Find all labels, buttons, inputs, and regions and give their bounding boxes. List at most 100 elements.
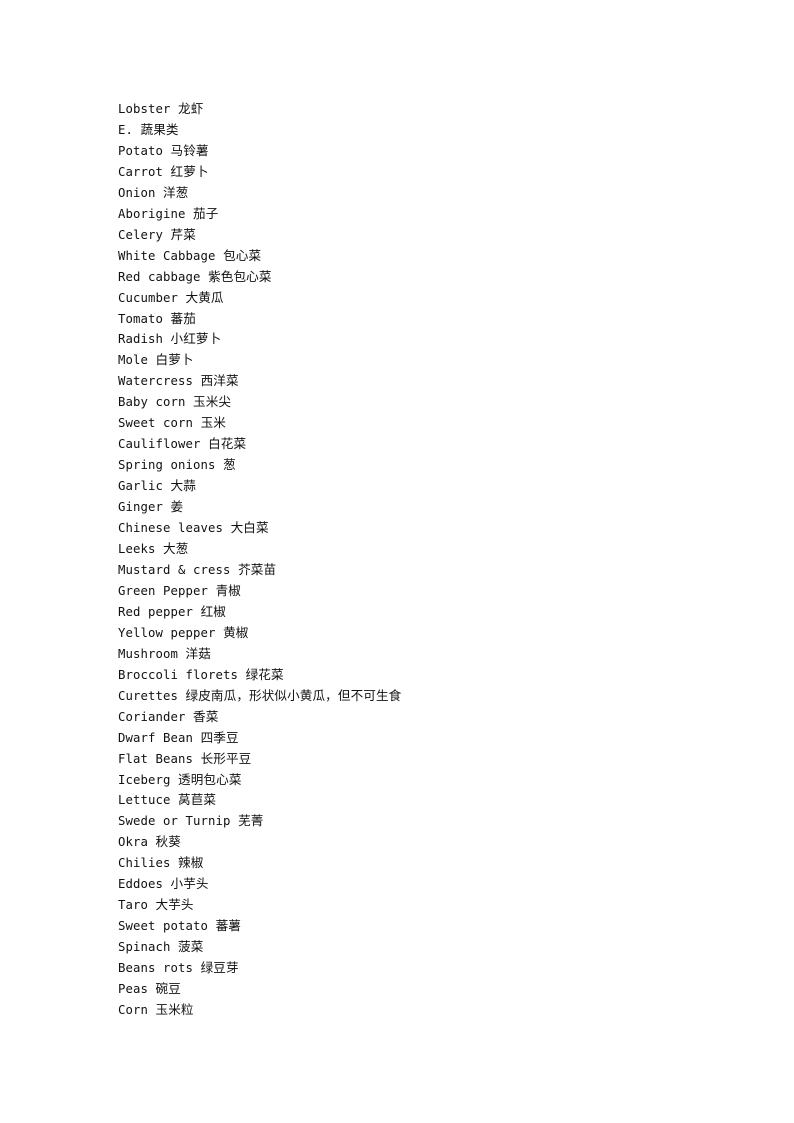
entry-separator <box>178 647 186 661</box>
entry-separator <box>148 1003 156 1017</box>
entry-term: Garlic <box>118 479 164 494</box>
entry-term: Mole <box>118 353 149 368</box>
entry-term: Onion <box>118 185 156 200</box>
entry-gloss: 蕃薯 <box>215 918 241 934</box>
entry-gloss: 茄子 <box>193 205 219 221</box>
entry-gloss: 西洋菜 <box>200 373 239 389</box>
glossary-entry: Tomato 蕃茄 <box>118 309 698 330</box>
entry-term: Potato <box>118 143 164 158</box>
entry-separator <box>148 898 156 912</box>
glossary-entry: Eddoes 小芋头 <box>118 874 698 895</box>
entry-term: Tomato <box>118 311 164 326</box>
entry-gloss: 绿豆芽 <box>200 960 239 976</box>
entry-gloss: 绿花菜 <box>245 666 284 682</box>
entry-term: Yellow pepper <box>118 625 216 640</box>
glossary-entry: Cauliflower 白花菜 <box>118 434 698 455</box>
glossary-entry: Coriander 香菜 <box>118 707 698 728</box>
glossary-entry: Ginger 姜 <box>118 497 698 518</box>
entry-term: Aborigine <box>118 206 186 221</box>
glossary-entry: Green Pepper 青椒 <box>118 581 698 602</box>
glossary-entry: Mustard & cress 芥菜苗 <box>118 560 698 581</box>
entry-gloss: 辣椒 <box>178 855 204 871</box>
entry-term: Mustard & cress <box>118 562 231 577</box>
entry-term: Sweet corn <box>118 416 194 431</box>
glossary-entry: Mole 白萝卜 <box>118 350 698 371</box>
glossary-entry: Spring onions 葱 <box>118 455 698 476</box>
entry-separator <box>163 165 171 179</box>
entry-term: Baby corn <box>118 395 186 410</box>
entry-separator <box>133 123 141 137</box>
entry-gloss: 黄椒 <box>223 624 249 640</box>
entry-term: Dwarf Bean <box>118 730 194 745</box>
entry-gloss: 姜 <box>170 499 184 515</box>
glossary-entry: Red cabbage 紫色包心菜 <box>118 267 698 288</box>
entry-term: Peas <box>118 982 149 997</box>
section-heading: E. 蔬果类 <box>118 120 698 141</box>
entry-separator <box>208 919 216 933</box>
glossary-entry: Beans rots 绿豆芽 <box>118 958 698 979</box>
entry-term: Leeks <box>118 542 156 557</box>
entry-gloss: 玉米 <box>200 415 226 431</box>
glossary-entry: Taro 大芋头 <box>118 895 698 916</box>
entry-term: Lettuce <box>118 793 171 808</box>
entry-separator <box>171 856 179 870</box>
entry-gloss: 大白菜 <box>230 520 269 536</box>
entry-separator <box>201 270 209 284</box>
entry-separator <box>186 207 194 221</box>
entry-separator <box>223 521 231 535</box>
entry-gloss: 小红萝卜 <box>170 331 222 347</box>
glossary-entry: Carrot 红萝卜 <box>118 162 698 183</box>
entry-separator <box>201 437 209 451</box>
glossary-entry: Okra 秋葵 <box>118 832 698 853</box>
entry-gloss: 小芋头 <box>170 876 209 892</box>
entry-separator <box>193 731 201 745</box>
entry-term: Flat Beans <box>118 751 194 766</box>
entry-term: Lobster <box>118 102 171 116</box>
glossary-entry: Iceberg 透明包心菜 <box>118 770 698 791</box>
entry-separator <box>156 542 164 556</box>
entry-term: Chinese leaves <box>118 521 224 536</box>
entry-separator <box>163 144 171 158</box>
entry-term: Spinach <box>118 940 171 955</box>
entry-term: Eddoes <box>118 877 164 892</box>
entry-term: Cucumber <box>118 290 179 305</box>
entry-gloss: 紫色包心菜 <box>208 268 272 284</box>
glossary-entry: Flat Beans 长形平豆 <box>118 749 698 770</box>
entry-term: Coriander <box>118 709 186 724</box>
glossary-entry: Cucumber 大黄瓜 <box>118 288 698 309</box>
glossary-entry: Onion 洋葱 <box>118 183 698 204</box>
glossary-entry: Red pepper 红椒 <box>118 602 698 623</box>
entry-gloss: 包心菜 <box>223 247 262 263</box>
entry-gloss: 白花菜 <box>208 436 247 452</box>
entry-term: Iceberg <box>118 772 171 787</box>
glossary-entry: Peas 碗豆 <box>118 979 698 1000</box>
entry-gloss: 蔬果类 <box>140 121 179 137</box>
entry-gloss: 玉米尖 <box>193 394 232 410</box>
glossary-entry: Lettuce 莴苣菜 <box>118 790 698 811</box>
entry-term: Sweet potato <box>118 919 209 934</box>
entry-term: Cauliflower <box>118 437 201 452</box>
entry-gloss: 红椒 <box>200 603 226 619</box>
entry-gloss: 秋葵 <box>155 834 181 850</box>
glossary-entry: Sweet potato 蕃薯 <box>118 916 698 937</box>
glossary-entry: Chilies 辣椒 <box>118 853 698 874</box>
entry-gloss: 菠菜 <box>178 939 204 955</box>
glossary-entry: Mushroom 洋菇 <box>118 644 698 665</box>
entry-term: Carrot <box>118 164 164 179</box>
entry-gloss: 绿皮南瓜，形状似小黄瓜，但不可生食 <box>185 687 402 703</box>
entry-separator <box>231 563 239 577</box>
entry-gloss: 葱 <box>223 457 236 473</box>
entry-separator <box>216 626 224 640</box>
glossary-entry: Chinese leaves 大白菜 <box>118 518 698 539</box>
document-page: Lobster 龙虾 E. 蔬果类 Potato 马铃薯 Carrot 红萝卜 Onio… <box>0 0 794 1123</box>
entry-separator <box>148 353 156 367</box>
glossary-entry: Spinach 菠菜 <box>118 937 698 958</box>
glossary-entry: Baby corn 玉米尖 <box>118 392 698 413</box>
entry-gloss: 玉米粒 <box>155 1001 194 1017</box>
entry-term: Green Pepper <box>118 583 209 598</box>
entry-gloss: 马铃薯 <box>170 142 209 158</box>
glossary-entry: Curettes 绿皮南瓜，形状似小黄瓜，但不可生食 <box>118 686 698 707</box>
entry-separator <box>193 374 201 388</box>
entry-term: Spring onions <box>118 458 216 473</box>
entry-gloss: 四季豆 <box>200 729 239 745</box>
